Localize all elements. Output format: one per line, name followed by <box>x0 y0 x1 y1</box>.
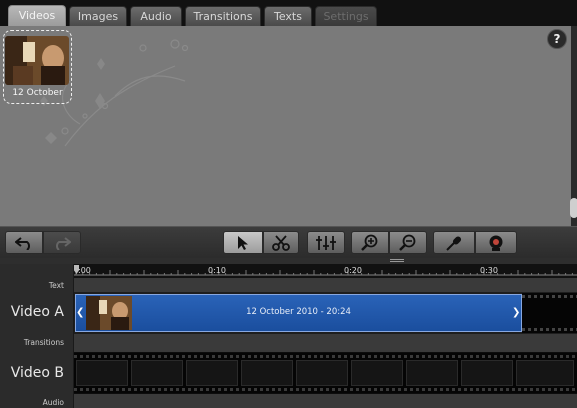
text-track[interactable] <box>74 278 577 292</box>
track-label-video-a: Video A <box>10 304 64 320</box>
audio-track[interactable] <box>74 394 577 408</box>
redo-icon <box>56 236 71 250</box>
ruler-label: 0:10 <box>208 266 226 275</box>
empty-film-strip <box>522 293 577 333</box>
timeline-clip-title: 12 October 2010 - 20:24 <box>246 307 351 317</box>
library-scrollbar-thumb[interactable] <box>570 198 577 218</box>
video-b-film-strip <box>74 353 577 393</box>
mixer-icon <box>316 235 336 250</box>
redo-button[interactable] <box>43 231 81 254</box>
zoom-out-icon <box>399 234 416 251</box>
undo-button[interactable] <box>5 231 43 254</box>
media-library <box>0 26 571 226</box>
track-label-transitions: Transitions <box>23 338 64 347</box>
library-scroll-track[interactable] <box>571 26 577 226</box>
time-ruler[interactable] <box>74 264 577 278</box>
tab-texts[interactable]: Texts <box>264 6 312 26</box>
tab-transitions[interactable]: Transitions <box>185 6 261 26</box>
ruler-label: :00 <box>78 266 91 275</box>
cut-tool-button[interactable] <box>263 231 299 254</box>
webcam-icon <box>489 235 503 251</box>
zoom-in-icon <box>361 234 378 251</box>
tab-audio[interactable]: Audio <box>130 6 182 26</box>
scissors-icon <box>272 234 290 251</box>
tab-images[interactable]: Images <box>69 6 127 26</box>
zoom-in-button[interactable] <box>351 231 389 254</box>
track-label-text: Text <box>48 281 64 290</box>
select-tool-button[interactable] <box>223 231 263 254</box>
transitions-track[interactable] <box>74 334 577 352</box>
video-thumbnail-icon[interactable] <box>5 36 69 85</box>
ruler-label: 0:20 <box>344 266 362 275</box>
panel-splitter-handle[interactable] <box>390 259 404 263</box>
zoom-out-button[interactable] <box>389 231 427 254</box>
tab-videos[interactable]: Videos <box>8 5 66 27</box>
library-clip-label: 12 October <box>12 88 63 98</box>
pointer-icon <box>238 235 248 250</box>
webcam-record-button[interactable] <box>475 231 517 254</box>
help-button[interactable]: ? <box>547 29 567 49</box>
record-narration-button[interactable] <box>433 231 475 254</box>
undo-icon <box>15 236 30 250</box>
ruler-label: 0:30 <box>480 266 498 275</box>
track-label-video-b: Video B <box>10 365 64 381</box>
tab-settings[interactable]: Settings <box>315 6 377 26</box>
track-label-audio: Audio <box>42 398 64 407</box>
audio-mixer-button[interactable] <box>307 231 345 254</box>
microphone-icon <box>446 235 462 251</box>
